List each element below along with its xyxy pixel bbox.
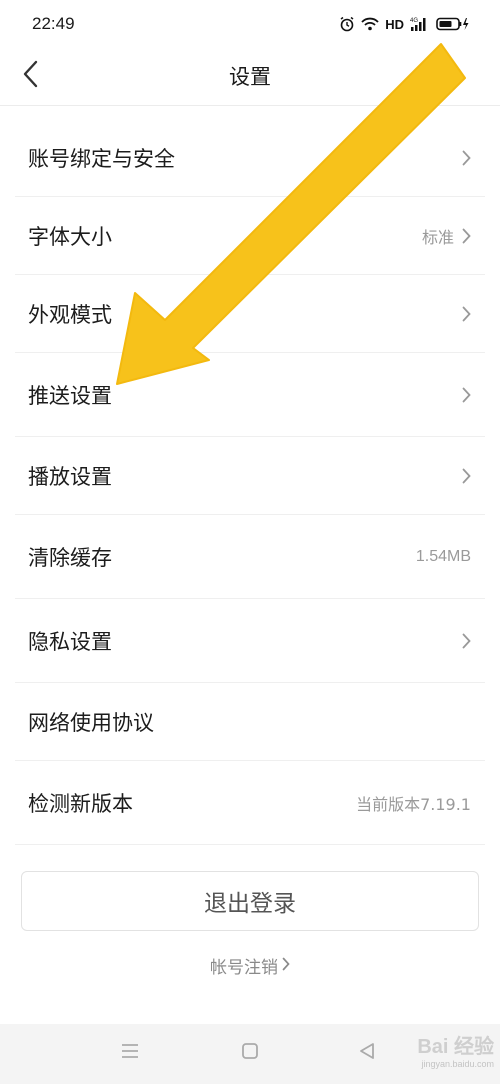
item-label: 隐私设置 [28, 629, 112, 654]
status-time: 22:49 [32, 14, 75, 33]
status-bar: 22:49 HD 4G [0, 0, 500, 48]
item-value: 标准 [421, 227, 454, 247]
battery-charging-icon [436, 17, 470, 31]
cache-size: 1.54MB [415, 547, 471, 565]
chevron-right-icon [462, 468, 471, 484]
wifi-icon [361, 17, 379, 31]
settings-item-check-update[interactable]: 检测新版本 当前版本7.19.1 [15, 761, 485, 845]
settings-item-network-agreement[interactable]: 网络使用协议 [15, 683, 485, 761]
settings-item-playback[interactable]: 播放设置 [15, 437, 485, 515]
chevron-right-icon [462, 228, 471, 244]
network-label: HD [385, 16, 404, 32]
item-label: 网络使用协议 [28, 710, 154, 735]
item-label: 字体大小 [28, 224, 112, 249]
chevron-right-icon [462, 150, 471, 166]
item-label: 清除缓存 [28, 545, 112, 570]
cancel-account-label: 帐号注销 [210, 958, 278, 978]
home-square-icon[interactable] [241, 1042, 259, 1064]
signal-4g-icon: 4G [410, 16, 430, 32]
chevron-right-icon [462, 387, 471, 403]
settings-list: 账号绑定与安全 字体大小 标准 外观模式 推送设置 播放设置 清除缓存 1.54… [15, 119, 485, 845]
settings-item-appearance[interactable]: 外观模式 [15, 275, 485, 353]
chevron-right-icon [462, 633, 471, 649]
current-version: 当前版本7.19.1 [356, 794, 471, 814]
back-triangle-icon[interactable] [358, 1042, 376, 1064]
item-label: 账号绑定与安全 [28, 146, 175, 171]
nav-bar: 设置 [0, 48, 500, 106]
settings-item-push[interactable]: 推送设置 [15, 353, 485, 437]
item-label: 检测新版本 [28, 791, 133, 816]
svg-text:4G: 4G [410, 18, 418, 24]
settings-item-account-security[interactable]: 账号绑定与安全 [15, 119, 485, 197]
item-label: 推送设置 [28, 383, 112, 408]
chevron-right-icon [282, 956, 290, 976]
status-icons: HD 4G [339, 16, 470, 32]
watermark-sub: jingyan.baidu.com [421, 1059, 494, 1069]
settings-item-clear-cache[interactable]: 清除缓存 1.54MB [15, 515, 485, 599]
watermark: Bai 经验 jingyan.baidu.com [417, 1030, 494, 1069]
alarm-icon [339, 16, 355, 32]
item-label: 播放设置 [28, 464, 112, 489]
menu-icon[interactable] [120, 1042, 140, 1064]
settings-item-privacy[interactable]: 隐私设置 [15, 599, 485, 683]
chevron-right-icon [462, 306, 471, 322]
cancel-account-link[interactable]: 帐号注销 [0, 953, 500, 978]
item-label: 外观模式 [28, 302, 112, 327]
watermark-text: Bai 经验 [417, 1036, 494, 1058]
page-title: 设置 [229, 65, 271, 89]
settings-item-font-size[interactable]: 字体大小 标准 [15, 197, 485, 275]
logout-button[interactable]: 退出登录 [21, 871, 479, 931]
